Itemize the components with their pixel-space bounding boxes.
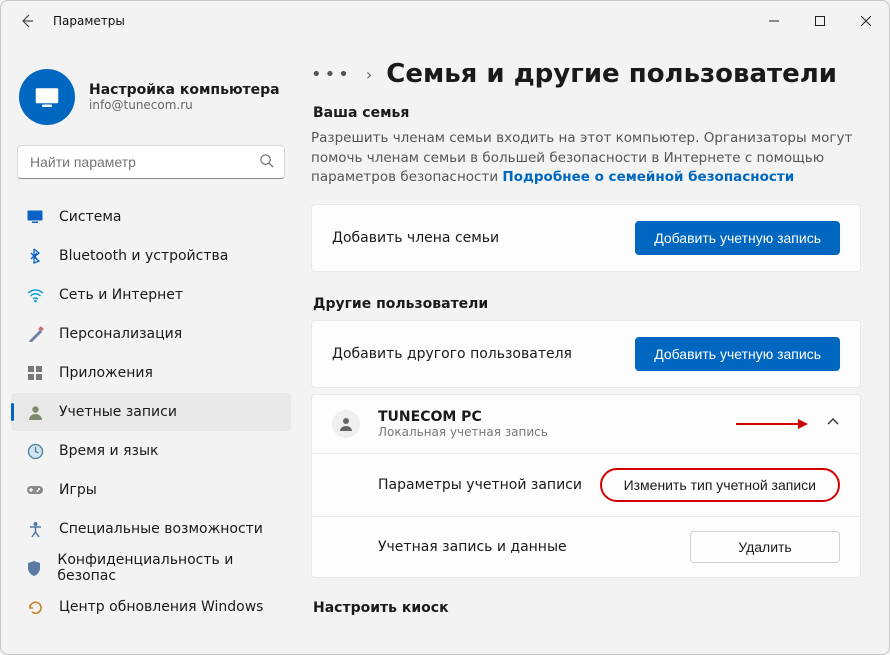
accessibility-icon	[25, 519, 45, 539]
nav-item-time[interactable]: Время и язык	[11, 432, 291, 470]
nav-item-bluetooth[interactable]: Bluetooth и устройства	[11, 237, 291, 275]
nav-label: Специальные возможности	[59, 521, 263, 537]
accounts-icon	[25, 402, 45, 422]
privacy-icon	[25, 558, 43, 578]
family-section-label: Ваша семья	[313, 105, 861, 121]
add-family-account-button[interactable]: Добавить учетную запись	[635, 221, 840, 255]
account-data-label: Учетная запись и данные	[378, 539, 690, 555]
page-title: Семья и другие пользователи	[386, 59, 837, 89]
nav-item-network[interactable]: Сеть и Интернет	[11, 276, 291, 314]
window-title: Параметры	[53, 14, 125, 28]
kiosk-section-label: Настроить киоск	[313, 600, 861, 616]
nav-label: Учетные записи	[59, 404, 177, 420]
nav-label: Приложения	[59, 365, 153, 381]
nav-label: Сеть и Интернет	[59, 287, 183, 303]
other-users-label: Другие пользователи	[313, 296, 861, 312]
nav-label: Конфиденциальность и безопас	[57, 552, 277, 584]
user-name: TUNECOM PC	[378, 409, 736, 425]
account-params-label: Параметры учетной записи	[378, 477, 600, 493]
nav-item-system[interactable]: Система	[11, 198, 291, 236]
back-button[interactable]	[9, 3, 45, 39]
profile-block[interactable]: Настройка компьютера info@tunecom.ru	[5, 51, 297, 145]
user-row-toggle[interactable]: TUNECOM PC Локальная учетная запись	[312, 395, 860, 453]
user-icon	[332, 410, 360, 438]
chevron-up-icon	[826, 415, 840, 433]
search-box[interactable]	[17, 145, 285, 179]
system-icon	[25, 207, 45, 227]
nav-label: Время и язык	[59, 443, 158, 459]
avatar	[19, 69, 75, 125]
nav-item-personalize[interactable]: Персонализация	[11, 315, 291, 353]
breadcrumb-more[interactable]: •••	[311, 64, 352, 85]
time-icon	[25, 441, 45, 461]
profile-email: info@tunecom.ru	[89, 98, 280, 112]
add-other-user-label: Добавить другого пользователя	[332, 346, 635, 362]
nav-label: Игры	[59, 482, 97, 498]
profile-name: Настройка компьютера	[89, 82, 280, 98]
add-other-account-button[interactable]: Добавить учетную запись	[635, 337, 840, 371]
nav-item-accounts[interactable]: Учетные записи	[11, 393, 291, 431]
nav-label: Центр обновления Windows	[59, 599, 263, 615]
update-icon	[25, 597, 45, 617]
apps-icon	[25, 363, 45, 383]
bluetooth-icon	[25, 246, 45, 266]
maximize-button[interactable]	[797, 6, 843, 36]
nav-item-privacy[interactable]: Конфиденциальность и безопас	[11, 549, 291, 587]
search-input[interactable]	[28, 153, 259, 171]
personalize-icon	[25, 324, 45, 344]
breadcrumb: ••• › Семья и другие пользователи	[311, 59, 861, 89]
nav-item-accessibility[interactable]: Специальные возможности	[11, 510, 291, 548]
minimize-button[interactable]	[751, 6, 797, 36]
nav-label: Персонализация	[59, 326, 182, 342]
annotation-arrow	[736, 417, 808, 431]
change-account-type-button[interactable]: Изменить тип учетной записи	[600, 468, 840, 502]
chevron-right-icon: ›	[366, 65, 372, 84]
close-button[interactable]	[843, 6, 889, 36]
user-type: Локальная учетная запись	[378, 425, 736, 439]
gaming-icon	[25, 480, 45, 500]
family-safety-link[interactable]: Подробнее о семейной безопасности	[502, 169, 794, 185]
nav-item-gaming[interactable]: Игры	[11, 471, 291, 509]
family-description: Разрешить членам семьи входить на этот к…	[311, 129, 861, 188]
nav-label: Bluetooth и устройства	[59, 248, 228, 264]
remove-account-button[interactable]: Удалить	[690, 531, 840, 563]
nav-item-apps[interactable]: Приложения	[11, 354, 291, 392]
nav-label: Система	[59, 209, 121, 225]
nav-item-update[interactable]: Центр обновления Windows	[11, 588, 291, 626]
add-family-label: Добавить члена семьи	[332, 230, 635, 246]
network-icon	[25, 285, 45, 305]
search-icon	[259, 153, 274, 172]
